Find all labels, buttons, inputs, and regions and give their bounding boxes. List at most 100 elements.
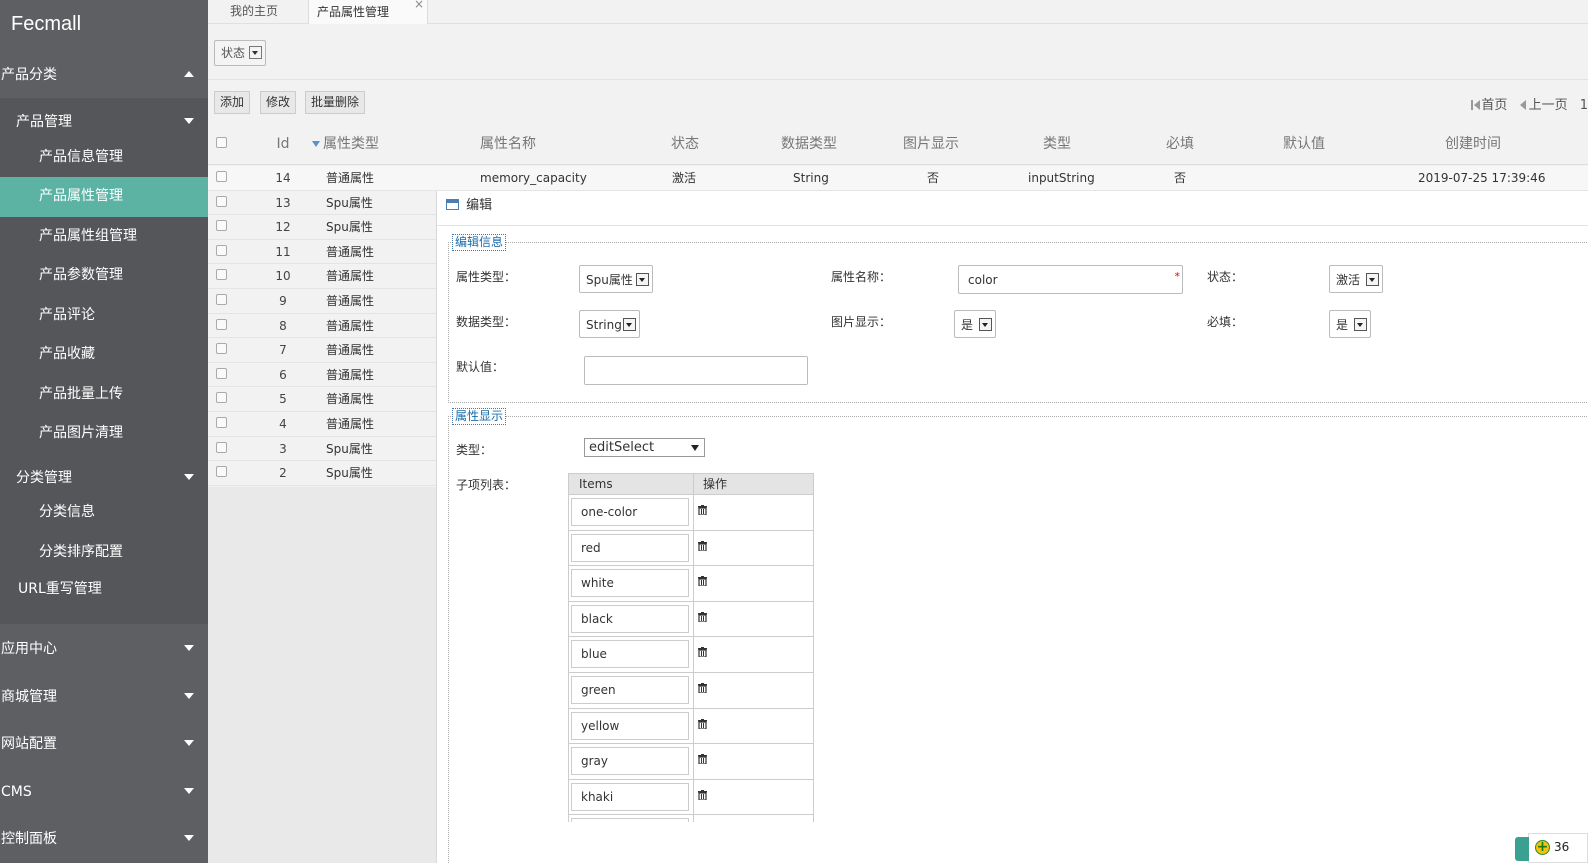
row-checkbox[interactable] bbox=[216, 294, 227, 305]
sidebar-item-product-reviews[interactable]: 产品评论 bbox=[0, 296, 208, 336]
trash-icon[interactable] bbox=[698, 540, 707, 551]
row-attr-name: memory_capacity bbox=[480, 171, 587, 185]
table-row[interactable]: 5 普通属性 bbox=[208, 387, 436, 412]
column-header-created[interactable]: 创建时间 bbox=[1430, 124, 1516, 165]
column-header-id[interactable]: Id bbox=[268, 124, 298, 165]
pager-prev[interactable]: 上一页 bbox=[1519, 98, 1568, 113]
item-input[interactable]: gray bbox=[571, 747, 689, 776]
column-header-status[interactable]: 状态 bbox=[660, 124, 710, 165]
sidebar-item-product-attribute-group[interactable]: 产品属性组管理 bbox=[0, 217, 208, 257]
column-header-attr-type[interactable]: 属性类型 bbox=[312, 124, 392, 165]
close-icon[interactable]: × bbox=[414, 0, 424, 16]
sidebar-item-product-batch-upload[interactable]: 产品批量上传 bbox=[0, 375, 208, 415]
trash-icon[interactable] bbox=[698, 647, 707, 658]
column-header-default[interactable]: 默认值 bbox=[1276, 124, 1332, 165]
default-value-input[interactable] bbox=[584, 356, 808, 385]
edit-button[interactable]: 修改 bbox=[260, 91, 297, 114]
sidebar-group-product-category[interactable]: 产品分类 bbox=[0, 50, 208, 98]
table-row[interactable]: 13 Spu属性 bbox=[208, 191, 436, 216]
sidebar-item-product-info[interactable]: 产品信息管理 bbox=[0, 138, 208, 178]
table-row[interactable]: 9 普通属性 bbox=[208, 289, 436, 314]
sidebar-group-site-config[interactable]: 网站配置 bbox=[0, 719, 208, 767]
column-header-attr-name[interactable]: 属性名称 bbox=[470, 124, 546, 165]
data-type-select[interactable]: String bbox=[579, 310, 640, 338]
column-header-required[interactable]: 必填 bbox=[1154, 124, 1206, 165]
sidebar-group-mall-mgmt[interactable]: 商城管理 bbox=[0, 672, 208, 720]
pager-page-number[interactable]: 1 bbox=[1580, 98, 1588, 113]
item-input[interactable]: blue bbox=[571, 640, 689, 669]
row-id: 6 bbox=[279, 367, 287, 382]
item-input[interactable]: green bbox=[571, 675, 689, 704]
row-checkbox[interactable] bbox=[216, 318, 227, 330]
column-header-image-show[interactable]: 图片显示 bbox=[894, 124, 968, 165]
row-checkbox[interactable] bbox=[216, 195, 227, 207]
item-input[interactable]: khaki bbox=[571, 782, 689, 811]
row-checkbox[interactable] bbox=[216, 220, 227, 232]
row-checkbox[interactable] bbox=[216, 392, 227, 404]
trash-icon[interactable] bbox=[698, 505, 707, 515]
image-show-select[interactable]: 是 bbox=[954, 310, 996, 338]
status-select[interactable]: 激活 bbox=[1329, 265, 1383, 293]
sidebar-group-cms[interactable]: CMS bbox=[0, 767, 208, 815]
item-input[interactable]: red bbox=[571, 533, 689, 562]
table-row[interactable]: 7 普通属性 bbox=[208, 338, 436, 363]
sidebar-item-product-image-cleanup[interactable]: 产品图片清理 bbox=[0, 414, 208, 454]
table-row[interactable]: 4 普通属性 bbox=[208, 412, 436, 437]
table-row[interactable]: 6 普通属性 bbox=[208, 363, 436, 388]
tab-product-attribute[interactable]: 产品属性管理 × bbox=[308, 0, 428, 24]
table-row[interactable]: 3 Spu属性 bbox=[208, 437, 436, 462]
row-checkbox[interactable] bbox=[216, 171, 227, 182]
sidebar-item-product-params[interactable]: 产品参数管理 bbox=[0, 256, 208, 296]
floating-badge[interactable]: + 36 bbox=[1515, 833, 1588, 863]
row-checkbox[interactable] bbox=[216, 417, 227, 428]
item-input[interactable]: white bbox=[571, 569, 689, 598]
table-row[interactable]: 12 Spu属性 bbox=[208, 215, 436, 240]
row-checkbox[interactable] bbox=[216, 441, 227, 453]
tab-bar: 我的主页 产品属性管理 × bbox=[208, 0, 1588, 24]
trash-icon[interactable] bbox=[698, 611, 707, 622]
trash-icon[interactable] bbox=[698, 682, 707, 693]
row-checkbox[interactable] bbox=[216, 343, 227, 355]
sidebar-subgroup-category-mgmt[interactable]: 分类管理 bbox=[0, 454, 208, 494]
row-checkbox[interactable] bbox=[216, 367, 227, 379]
attr-type-select[interactable]: Spu属性 bbox=[579, 265, 653, 293]
status-filter-select[interactable]: 状态 bbox=[214, 40, 266, 66]
trash-icon[interactable] bbox=[698, 789, 707, 800]
batch-delete-button[interactable]: 批量删除 bbox=[305, 91, 366, 114]
column-divider bbox=[693, 495, 694, 530]
item-input[interactable]: black bbox=[571, 604, 689, 633]
table-row[interactable]: 11 普通属性 bbox=[208, 240, 436, 265]
trash-icon[interactable] bbox=[698, 718, 707, 729]
add-button[interactable]: 添加 bbox=[214, 91, 251, 114]
chevron-down-icon bbox=[184, 692, 194, 699]
trash-icon[interactable] bbox=[698, 576, 707, 587]
column-header-type[interactable]: 类型 bbox=[1030, 124, 1084, 165]
table-row[interactable]: 14 普通属性 memory_capacity 激活 String 否 inpu… bbox=[208, 166, 1588, 191]
sidebar-group-control-panel[interactable]: 控制面板 bbox=[0, 814, 208, 862]
row-checkbox[interactable] bbox=[216, 466, 227, 478]
badge-count: 36 bbox=[1554, 840, 1570, 854]
sidebar-item-category-sort[interactable]: 分类排序配置 bbox=[0, 533, 208, 573]
sidebar-item-product-favorites[interactable]: 产品收藏 bbox=[0, 335, 208, 375]
table-row[interactable]: 8 普通属性 bbox=[208, 314, 436, 339]
item-input[interactable]: one-color bbox=[571, 498, 689, 526]
sidebar-item-url-rewrite[interactable]: URL重写管理 bbox=[0, 572, 208, 624]
sidebar-item-category-info[interactable]: 分类信息 bbox=[0, 493, 208, 533]
table-row[interactable]: 2 Spu属性 bbox=[208, 461, 436, 486]
row-checkbox[interactable] bbox=[216, 244, 227, 256]
display-type-select[interactable]: editSelect bbox=[584, 438, 705, 457]
pager-first[interactable]: 首页 bbox=[1471, 98, 1507, 113]
table-row[interactable]: 10 普通属性 bbox=[208, 264, 436, 289]
column-header-data-type[interactable]: 数据类型 bbox=[772, 124, 846, 165]
sidebar-subgroup-product-mgmt[interactable]: 产品管理 bbox=[0, 98, 208, 138]
row-checkbox[interactable] bbox=[216, 269, 227, 281]
item-input[interactable]: yellow bbox=[571, 711, 689, 740]
sidebar-item-product-attribute[interactable]: 产品属性管理 bbox=[0, 177, 208, 217]
item-input[interactable] bbox=[571, 818, 689, 822]
required-select[interactable]: 是 bbox=[1329, 310, 1371, 338]
attr-name-input[interactable]: color * bbox=[958, 265, 1183, 294]
select-all-checkbox[interactable] bbox=[216, 137, 227, 148]
sidebar-group-app-center[interactable]: 应用中心 bbox=[0, 624, 208, 672]
tab-home[interactable]: 我的主页 bbox=[230, 0, 278, 24]
trash-icon[interactable] bbox=[698, 754, 707, 765]
